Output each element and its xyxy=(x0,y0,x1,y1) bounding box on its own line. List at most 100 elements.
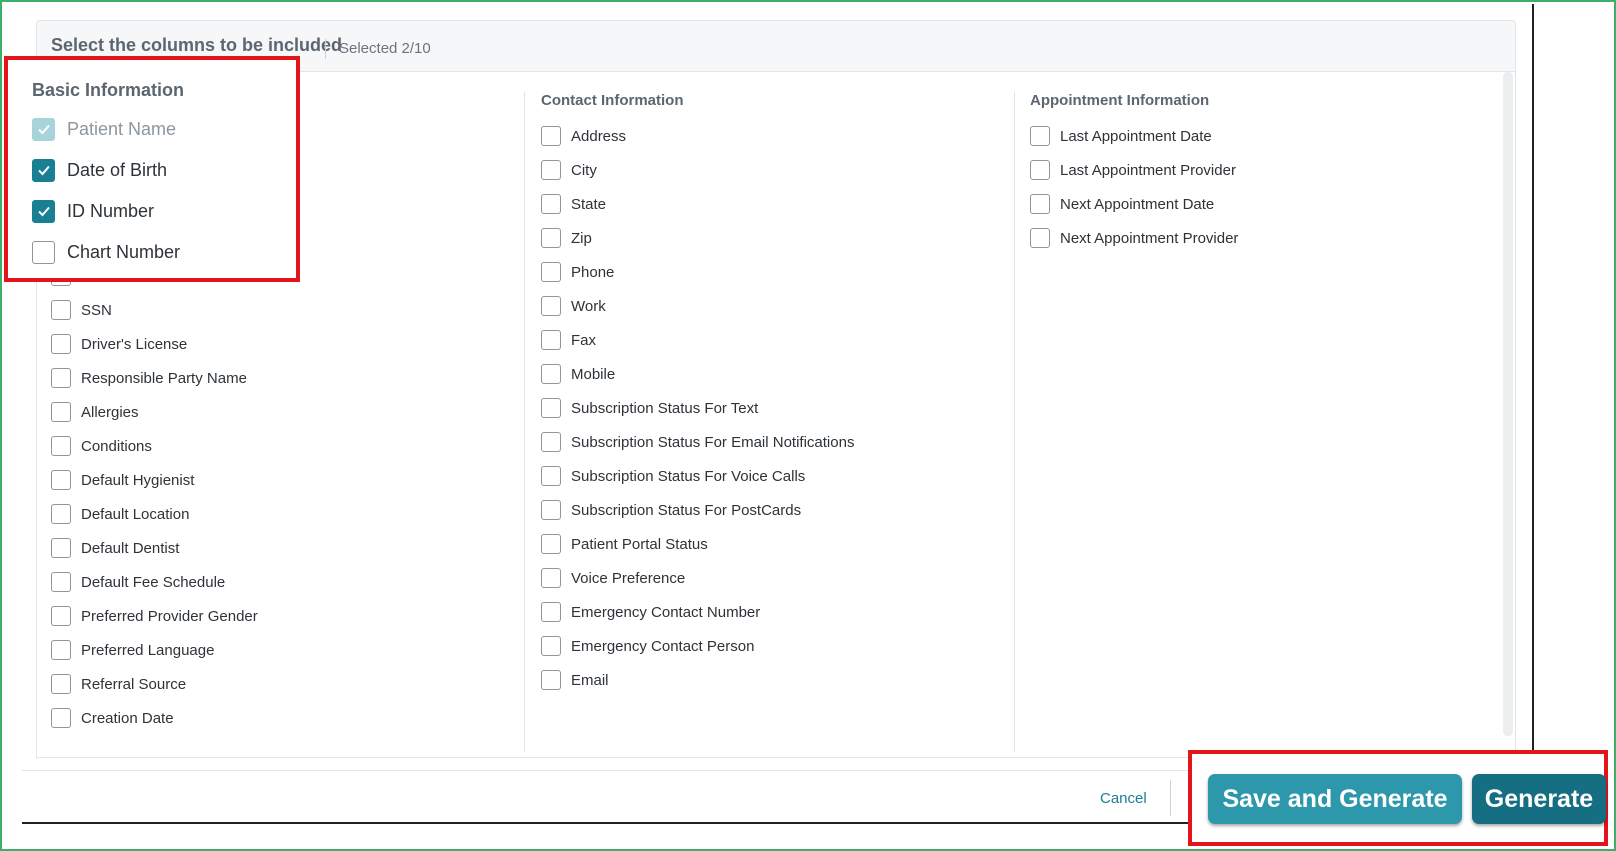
column-option-address[interactable]: Address xyxy=(541,124,626,148)
column-option-preferred-provider-gender[interactable]: Preferred Provider Gender xyxy=(51,604,258,628)
checkbox-unchecked[interactable] xyxy=(541,228,561,248)
checkbox-unchecked[interactable] xyxy=(51,708,71,728)
column-option-state[interactable]: State xyxy=(541,192,606,216)
column-option-creation-date[interactable]: Creation Date xyxy=(51,706,174,730)
option-label: Patient Name xyxy=(67,118,177,139)
checkbox-unchecked[interactable] xyxy=(51,674,71,694)
column-option-work[interactable]: Work xyxy=(541,294,606,318)
checkbox-unchecked[interactable] xyxy=(541,330,561,350)
checkbox-unchecked[interactable] xyxy=(541,194,561,214)
option-label: Date of Birth xyxy=(67,159,168,180)
option-label: Voice Preference xyxy=(571,569,686,587)
checkbox-checked xyxy=(32,117,55,141)
option-label: Driver's License xyxy=(81,335,188,353)
option-label: Last Appointment Provider xyxy=(1060,161,1236,179)
column-option-chart-number[interactable]: Chart Number xyxy=(32,239,180,265)
option-label: Default Dentist xyxy=(81,539,180,557)
column-option-email[interactable]: Email xyxy=(541,668,609,692)
column-option-city[interactable]: City xyxy=(541,158,597,182)
buttons-highlight: Save and Generate Generate xyxy=(1188,750,1608,846)
checkbox-unchecked[interactable] xyxy=(32,240,55,264)
checkbox-unchecked[interactable] xyxy=(541,500,561,520)
checkbox-unchecked[interactable] xyxy=(1030,228,1050,248)
column-option-fax[interactable]: Fax xyxy=(541,328,596,352)
column-option-conditions[interactable]: Conditions xyxy=(51,434,152,458)
modal-edge xyxy=(1532,4,1534,756)
column-option-date-of-birth[interactable]: Date of Birth xyxy=(32,157,167,183)
column-divider xyxy=(1014,92,1015,752)
column-option-phone[interactable]: Phone xyxy=(541,260,614,284)
checkbox-unchecked[interactable] xyxy=(51,402,71,422)
checkbox-unchecked[interactable] xyxy=(541,636,561,656)
checkbox-unchecked[interactable] xyxy=(541,670,561,690)
checkbox-checked[interactable] xyxy=(32,199,55,223)
column-option-preferred-language[interactable]: Preferred Language xyxy=(51,638,214,662)
column-option-last-appointment-provider[interactable]: Last Appointment Provider xyxy=(1030,158,1236,182)
option-label: Subscription Status For PostCards xyxy=(571,501,802,519)
checkbox-unchecked[interactable] xyxy=(51,640,71,660)
column-option-voice-preference[interactable]: Voice Preference xyxy=(541,566,685,590)
checkbox-unchecked[interactable] xyxy=(541,568,561,588)
option-label: City xyxy=(571,161,597,179)
column-option-subscription-status-for-postcards[interactable]: Subscription Status For PostCards xyxy=(541,498,801,522)
option-label: Conditions xyxy=(81,437,152,455)
checkbox-checked[interactable] xyxy=(32,158,55,182)
checkbox-unchecked[interactable] xyxy=(541,534,561,554)
footer-bottom-line xyxy=(22,822,1198,824)
checkbox-unchecked[interactable] xyxy=(541,160,561,180)
checkbox-unchecked[interactable] xyxy=(541,364,561,384)
cancel-button[interactable]: Cancel xyxy=(1100,790,1147,807)
option-label: Default Hygienist xyxy=(81,471,195,489)
column-option-id-number[interactable]: ID Number xyxy=(32,198,154,224)
checkbox-unchecked[interactable] xyxy=(51,436,71,456)
column-option-driver-s-license[interactable]: Driver's License xyxy=(51,332,187,356)
option-label: Work xyxy=(571,297,606,315)
column-option-mobile[interactable]: Mobile xyxy=(541,362,615,386)
option-label: SSN xyxy=(81,301,112,319)
column-option-default-location[interactable]: Default Location xyxy=(51,502,189,526)
column-option-next-appointment-provider[interactable]: Next Appointment Provider xyxy=(1030,226,1238,250)
checkbox-unchecked[interactable] xyxy=(1030,194,1050,214)
checkbox-unchecked[interactable] xyxy=(541,602,561,622)
columns-scrollbar[interactable] xyxy=(1503,72,1513,736)
checkbox-unchecked[interactable] xyxy=(541,296,561,316)
column-option-subscription-status-for-email-notifications[interactable]: Subscription Status For Email Notificati… xyxy=(541,430,854,454)
checkbox-unchecked[interactable] xyxy=(51,572,71,592)
checkbox-unchecked[interactable] xyxy=(51,538,71,558)
column-option-responsible-party-name[interactable]: Responsible Party Name xyxy=(51,366,247,390)
checkbox-unchecked[interactable] xyxy=(1030,160,1050,180)
column-option-last-appointment-date[interactable]: Last Appointment Date xyxy=(1030,124,1212,148)
checkbox-unchecked[interactable] xyxy=(541,466,561,486)
checkbox-unchecked[interactable] xyxy=(541,398,561,418)
checkbox-unchecked[interactable] xyxy=(51,606,71,626)
checkbox-unchecked[interactable] xyxy=(51,368,71,388)
contact-info-column: Contact Information xyxy=(541,92,684,114)
column-option-allergies[interactable]: Allergies xyxy=(51,400,139,424)
column-option-patient-portal-status[interactable]: Patient Portal Status xyxy=(541,532,708,556)
column-option-subscription-status-for-voice-calls[interactable]: Subscription Status For Voice Calls xyxy=(541,464,805,488)
column-option-ssn[interactable]: SSN xyxy=(51,298,112,322)
checkbox-unchecked[interactable] xyxy=(51,504,71,524)
column-option-referral-source[interactable]: Referral Source xyxy=(51,672,186,696)
option-label: Preferred Language xyxy=(81,641,215,659)
column-option-zip[interactable]: Zip xyxy=(541,226,592,250)
checkbox-unchecked[interactable] xyxy=(51,334,71,354)
checkbox-unchecked[interactable] xyxy=(541,126,561,146)
check-icon xyxy=(37,206,50,217)
checkbox-unchecked[interactable] xyxy=(51,470,71,490)
column-option-emergency-contact-number[interactable]: Emergency Contact Number xyxy=(541,600,760,624)
column-option-default-dentist[interactable]: Default Dentist xyxy=(51,536,179,560)
generate-button[interactable]: Generate xyxy=(1472,774,1606,824)
column-option-next-appointment-date[interactable]: Next Appointment Date xyxy=(1030,192,1214,216)
checkbox-unchecked[interactable] xyxy=(541,432,561,452)
option-label: Subscription Status For Text xyxy=(571,399,759,417)
checkbox-unchecked[interactable] xyxy=(541,262,561,282)
save-and-generate-button[interactable]: Save and Generate xyxy=(1208,774,1462,824)
column-option-emergency-contact-person[interactable]: Emergency Contact Person xyxy=(541,634,754,658)
checkbox-unchecked[interactable] xyxy=(1030,126,1050,146)
column-option-default-fee-schedule[interactable]: Default Fee Schedule xyxy=(51,570,225,594)
option-label: Last Appointment Date xyxy=(1060,127,1212,145)
column-option-default-hygienist[interactable]: Default Hygienist xyxy=(51,468,194,492)
checkbox-unchecked[interactable] xyxy=(51,300,71,320)
column-option-subscription-status-for-text[interactable]: Subscription Status For Text xyxy=(541,396,758,420)
